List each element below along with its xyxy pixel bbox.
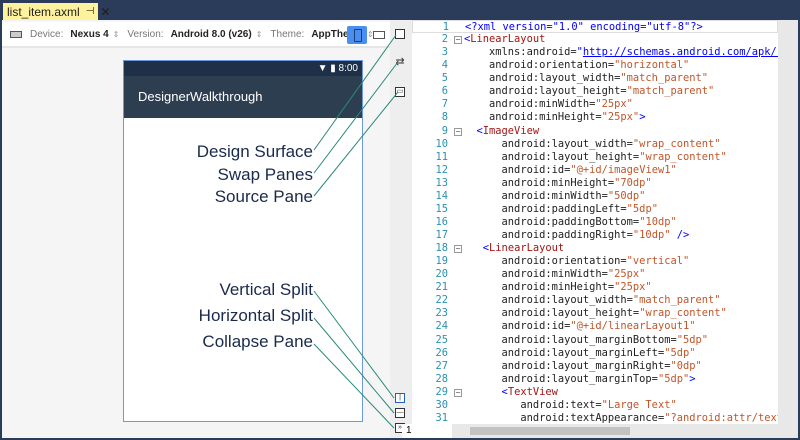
callout-line xyxy=(313,317,395,414)
callout-line xyxy=(313,290,395,399)
callout-line xyxy=(313,91,399,197)
callout-line xyxy=(313,34,397,151)
callout-line xyxy=(313,61,399,174)
callout-lines xyxy=(313,34,399,429)
callout-line xyxy=(313,343,395,429)
